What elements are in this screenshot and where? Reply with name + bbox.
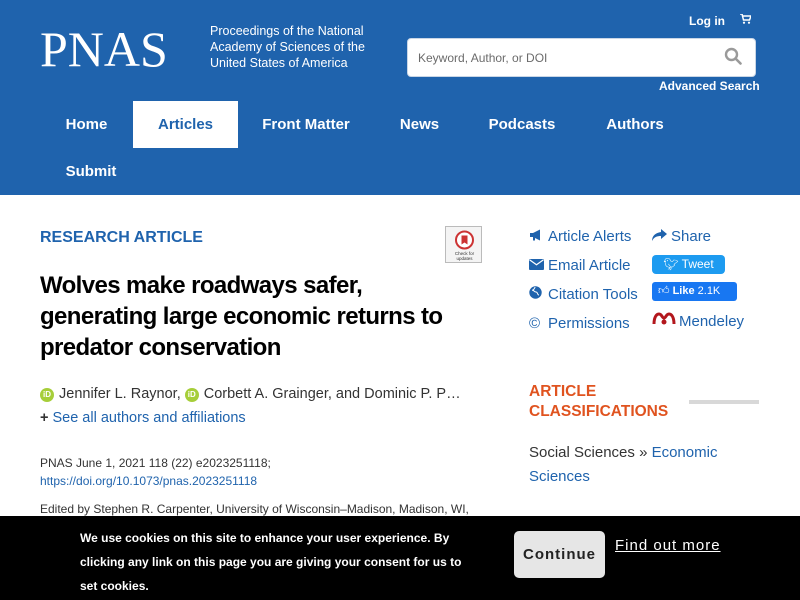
nav-articles[interactable]: Articles [133, 101, 238, 148]
citation-line: PNAS June 1, 2021 118 (22) e2023251118; [40, 456, 271, 470]
search-icon[interactable] [724, 47, 742, 70]
author-name[interactable]: Corbett A. Grainger [204, 386, 328, 402]
article-type-label: RESEARCH ARTICLE [40, 229, 203, 246]
cookie-message: We use cookies on this site to enhance y… [80, 531, 462, 593]
site-tagline: Proceedings of the National Academy of S… [210, 24, 365, 70]
nav-podcasts[interactable]: Podcasts [477, 101, 567, 148]
classification-text: Social Sciences » Economic Sciences [529, 444, 718, 485]
advanced-search-link[interactable]: Advanced Search [659, 79, 760, 93]
share-icon [652, 228, 668, 245]
article-classifications-heading: ARTICLE CLASSIFICATIONS [529, 383, 669, 420]
orcid-icon[interactable]: iD [40, 388, 54, 402]
nav-news[interactable]: News [386, 101, 453, 148]
thumbs-up-icon: 👍︎ [658, 285, 673, 297]
plus-icon: + [40, 410, 49, 426]
envelope-icon [529, 257, 545, 274]
find-out-more-link[interactable]: Find out more [615, 537, 721, 554]
orcid-icon[interactable]: iD [184, 388, 199, 402]
site-header: PNAS Proceedings of the National Academy… [0, 0, 800, 195]
megaphone-icon [529, 228, 545, 245]
svg-text:updates: updates [456, 256, 473, 261]
article-title: Wolves make roadways safer, generating l… [40, 272, 443, 361]
facebook-like-button[interactable]: 👍︎ Like 2.1K [652, 282, 737, 301]
cart-icon[interactable] [740, 13, 753, 27]
twitter-icon: 🐦︎ [663, 257, 682, 271]
pnas-logo[interactable]: PNAS [40, 24, 168, 74]
edited-by: Edited by Stephen R. Carpenter, Universi… [40, 502, 469, 516]
see-all-authors-link[interactable]: + See all authors and affiliations [40, 410, 246, 426]
check-for-updates-badge[interactable]: Check for updates [445, 226, 482, 263]
search-box [407, 38, 756, 77]
author-name[interactable]: Jennifer L. Raynor [59, 386, 177, 402]
author-name[interactable]: Dominic P. P… [364, 386, 460, 402]
doi-link[interactable]: https://doi.org/10.1073/pnas.2023251118 [40, 474, 257, 488]
heading-divider [689, 400, 759, 404]
login-link[interactable]: Log in [689, 14, 725, 28]
tweet-button[interactable]: 🐦︎ Tweet [652, 255, 725, 274]
author-list: iD Jennifer L. Raynor, iD Corbett A. Grain… [40, 386, 480, 402]
copyright-icon: © [529, 315, 541, 332]
search-input[interactable] [418, 49, 708, 67]
share-link[interactable]: Share [652, 228, 711, 245]
continue-button[interactable]: Continue [514, 531, 605, 578]
globe-icon [529, 286, 545, 303]
nav-submit[interactable]: Submit [52, 148, 130, 195]
permissions-link[interactable]: © Permissions [529, 315, 630, 332]
citation-tools-link[interactable]: Citation Tools [529, 286, 638, 303]
nav-home[interactable]: Home [49, 101, 124, 148]
nav-authors[interactable]: Authors [594, 101, 676, 148]
email-article-link[interactable]: Email Article [529, 257, 631, 274]
article-alerts-link[interactable]: Article Alerts [529, 228, 631, 245]
mendeley-icon [652, 312, 676, 330]
mendeley-link[interactable]: Mendeley [652, 312, 744, 330]
nav-front-matter[interactable]: Front Matter [249, 101, 363, 148]
